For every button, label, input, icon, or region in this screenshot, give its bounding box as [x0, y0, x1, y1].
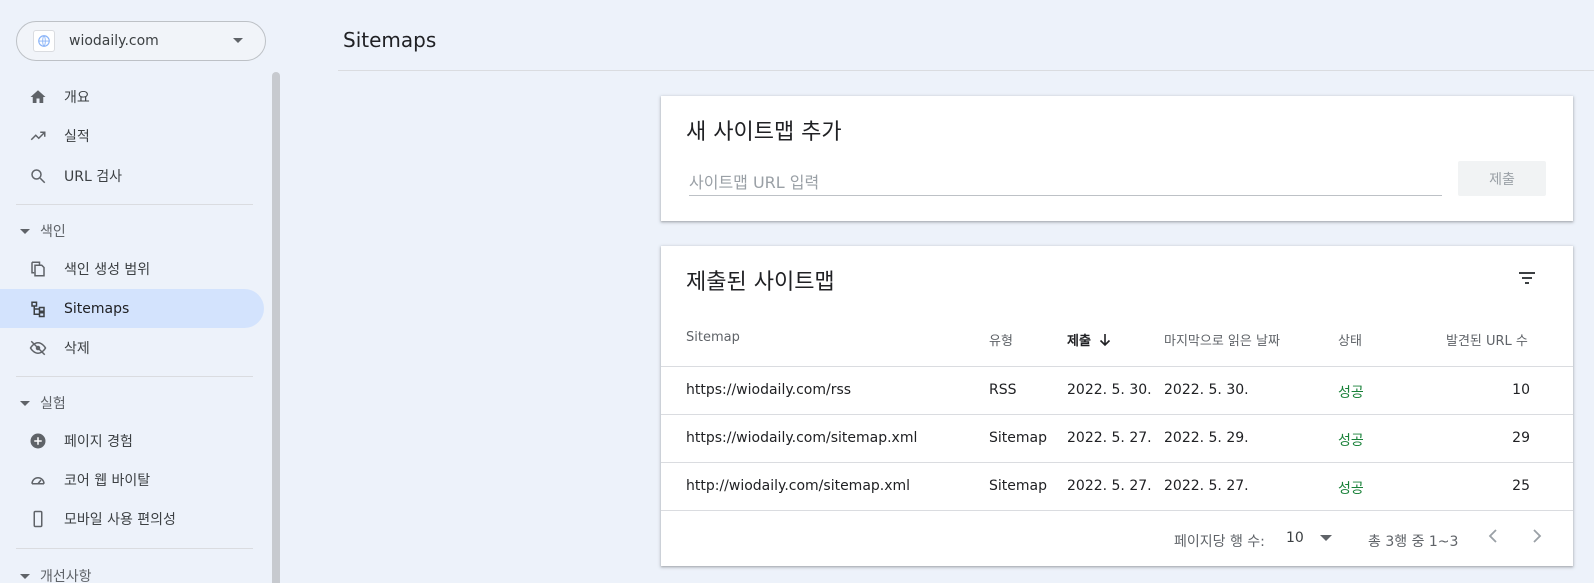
- page-title: Sitemaps: [343, 28, 437, 52]
- search-icon: [28, 166, 48, 186]
- sidebar-item-mobile-usability[interactable]: 모바일 사용 편의성: [0, 499, 264, 538]
- eye-off-icon: [28, 338, 48, 358]
- column-header-type[interactable]: 유형: [989, 330, 1013, 349]
- chevron-down-icon: [233, 38, 243, 43]
- column-header-sitemap[interactable]: Sitemap: [686, 330, 740, 345]
- sidebar-item-sitemaps[interactable]: Sitemaps: [0, 289, 264, 328]
- table-cell-type: Sitemap: [989, 430, 1047, 446]
- sidebar-item-label: 실적: [64, 128, 90, 145]
- column-header-last-read[interactable]: 마지막으로 읽은 날짜: [1164, 330, 1280, 349]
- sidebar-item-overview[interactable]: 개요: [0, 77, 264, 116]
- sidebar-item-label: URL 검사: [64, 168, 122, 185]
- table-cell-last-read: 2022. 5. 27.: [1164, 478, 1249, 494]
- table-cell-sitemap[interactable]: https://wiodaily.com/sitemap.xml: [686, 430, 917, 446]
- trending-up-icon: [28, 126, 48, 146]
- column-header-submitted[interactable]: 제출: [1067, 330, 1111, 349]
- sitemap-icon: [28, 299, 48, 319]
- section-toggle-experience[interactable]: 실험: [20, 393, 66, 413]
- sidebar-item-label: 개요: [64, 89, 90, 106]
- table-cell-submitted: 2022. 5. 30.: [1067, 382, 1152, 398]
- table-divider: [661, 414, 1573, 415]
- status-badge: 성공: [1338, 481, 1364, 497]
- rows-per-page-select[interactable]: 10: [1286, 526, 1336, 550]
- table-cell-sitemap[interactable]: https://wiodaily.com/rss: [686, 382, 851, 398]
- table-cell-url-count: 10: [1512, 382, 1530, 398]
- table-cell-url-count: 29: [1512, 430, 1530, 446]
- chevron-left-icon[interactable]: [1481, 524, 1505, 548]
- table-cell-url-count: 25: [1512, 478, 1530, 494]
- caret-down-icon: [20, 400, 30, 406]
- column-header-status[interactable]: 상태: [1338, 330, 1362, 349]
- pagination-range: 총 3행 중 1~3: [1368, 534, 1459, 550]
- table-divider: [661, 510, 1573, 511]
- add-sitemap-card: 새 사이트맵 추가 제출: [661, 96, 1573, 221]
- arrow-down-icon: [1099, 333, 1111, 347]
- header-divider: [338, 70, 1594, 71]
- sidebar-nav: 개요 실적 URL 검사 색인 색인 생성 범위 Sitemaps 삭제 실험 …: [0, 72, 280, 583]
- section-toggle-enhancements[interactable]: 개선사항: [20, 566, 92, 583]
- table-cell-sitemap[interactable]: http://wiodaily.com/sitemap.xml: [686, 478, 910, 494]
- status-badge: 성공: [1338, 385, 1364, 401]
- section-label: 실험: [40, 396, 66, 412]
- gauge-icon: [28, 470, 48, 490]
- column-header-label: 제출: [1067, 334, 1091, 349]
- table-cell-last-read: 2022. 5. 29.: [1164, 430, 1249, 446]
- section-label: 색인: [40, 224, 66, 240]
- filter-icon[interactable]: [1515, 266, 1539, 290]
- home-icon: [28, 87, 48, 107]
- rows-per-page-value: 10: [1286, 530, 1304, 546]
- sidebar-item-label: 코어 웹 바이탈: [64, 472, 151, 489]
- plus-circle-icon: [28, 431, 48, 451]
- sidebar-item-core-web-vitals[interactable]: 코어 웹 바이탈: [0, 460, 264, 499]
- sidebar-item-label: 삭제: [64, 340, 90, 357]
- table-divider: [661, 462, 1573, 463]
- sidebar-item-removals[interactable]: 삭제: [0, 328, 264, 367]
- property-name: wiodaily.com: [69, 33, 159, 49]
- add-sitemap-title: 새 사이트맵 추가: [686, 120, 842, 145]
- sidebar-divider: [16, 548, 253, 549]
- sidebar-scrollbar[interactable]: [272, 72, 280, 583]
- table-divider: [661, 366, 1573, 367]
- table-cell-type: Sitemap: [989, 478, 1047, 494]
- sidebar-item-label: 색인 생성 범위: [64, 261, 151, 278]
- sidebar-item-label: Sitemaps: [64, 300, 130, 317]
- column-header-discovered-urls[interactable]: 발견된 URL 수: [1446, 330, 1528, 349]
- sidebar-item-page-experience[interactable]: 페이지 경험: [0, 421, 264, 460]
- phone-icon: [28, 509, 48, 529]
- submitted-sitemaps-title: 제출된 사이트맵: [686, 270, 835, 295]
- submit-button[interactable]: 제출: [1458, 161, 1546, 196]
- sitemap-url-input[interactable]: [689, 170, 1442, 196]
- caret-down-icon: [1319, 535, 1332, 541]
- status-badge: 성공: [1338, 433, 1364, 449]
- globe-icon: [33, 30, 55, 52]
- rows-per-page-label: 페이지당 행 수:: [1174, 534, 1265, 550]
- section-label: 개선사항: [40, 569, 92, 583]
- sidebar-item-label: 모바일 사용 편의성: [64, 511, 176, 528]
- table-cell-last-read: 2022. 5. 30.: [1164, 382, 1249, 398]
- sidebar-item-coverage[interactable]: 색인 생성 범위: [0, 249, 264, 288]
- sidebar-divider: [16, 376, 253, 377]
- table-cell-type: RSS: [989, 382, 1017, 398]
- sidebar-divider: [16, 204, 253, 205]
- property-selector[interactable]: wiodaily.com: [16, 21, 266, 61]
- sidebar-item-performance[interactable]: 실적: [0, 116, 264, 155]
- caret-down-icon: [20, 573, 30, 579]
- sidebar-item-url-inspection[interactable]: URL 검사: [0, 156, 264, 195]
- submitted-sitemaps-card: 제출된 사이트맵 Sitemap 유형 제출 마지막으로 읽은 날짜 상태 발견…: [661, 246, 1573, 566]
- chevron-right-icon[interactable]: [1525, 524, 1549, 548]
- table-cell-submitted: 2022. 5. 27.: [1067, 430, 1152, 446]
- copy-icon: [28, 259, 48, 279]
- caret-down-icon: [20, 228, 30, 234]
- table-cell-submitted: 2022. 5. 27.: [1067, 478, 1152, 494]
- sidebar-item-label: 페이지 경험: [64, 433, 133, 450]
- section-toggle-index[interactable]: 색인: [20, 221, 66, 241]
